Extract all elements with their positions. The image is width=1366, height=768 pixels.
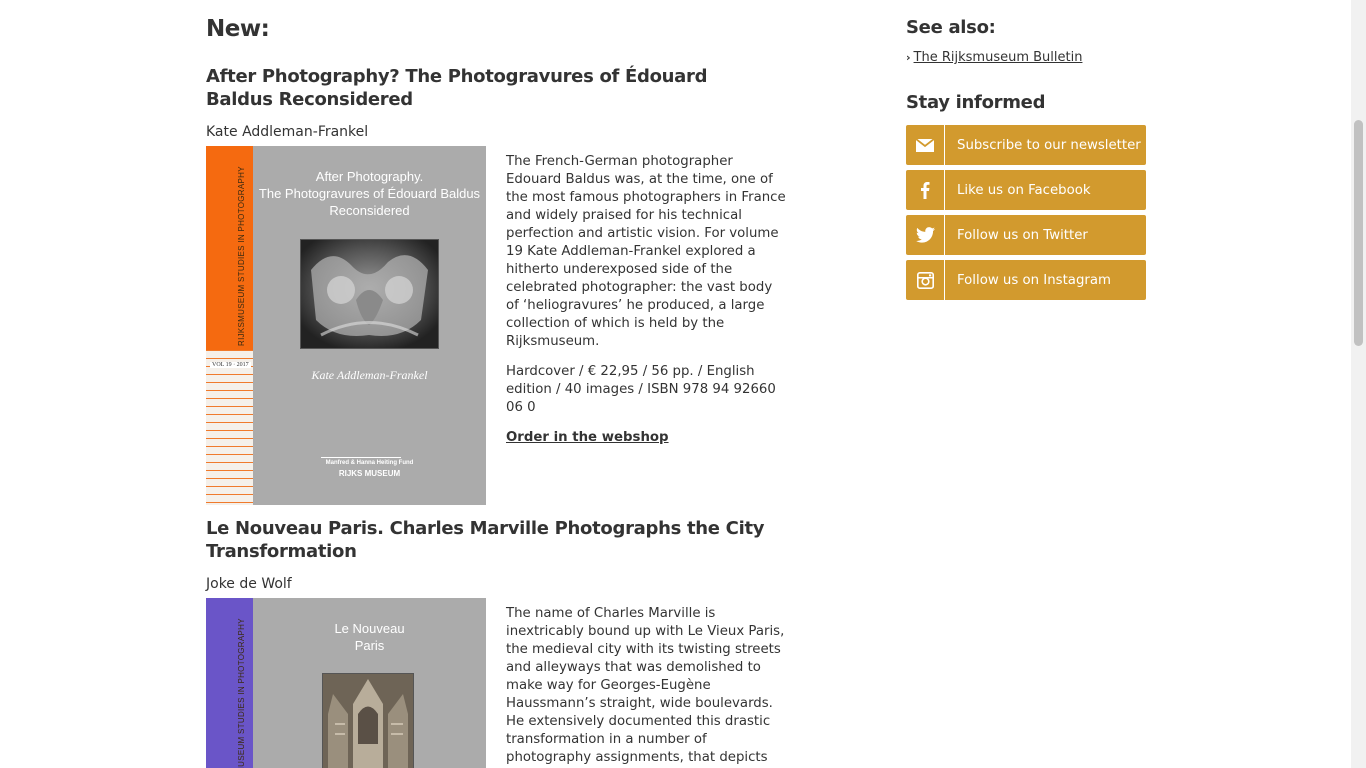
instagram-icon <box>906 260 945 300</box>
cover-title: After Photography. The Photogravures of … <box>258 169 481 218</box>
facebook-button[interactable]: Like us on Facebook <box>906 170 1146 210</box>
stay-informed-heading: Stay informed <box>906 92 1046 113</box>
instagram-button[interactable]: Follow us on Instagram <box>906 260 1146 300</box>
book-cover-image: RIJKSMUSEUM STUDIES IN PHOTOGRAPHY Le No… <box>206 598 486 768</box>
main-content: New: After Photography? The Photogravure… <box>206 0 796 768</box>
instagram-label: Follow us on Instagram <box>957 272 1111 288</box>
scrollbar-thumb[interactable] <box>1354 120 1363 346</box>
cover-spine-text: RIJKSMUSEUM STUDIES IN PHOTOGRAPHY <box>237 166 246 346</box>
cover-spine-stripes <box>206 350 253 505</box>
cover-divider <box>321 457 401 458</box>
cover-photo <box>300 239 439 349</box>
cover-author: Kate Addleman-Frankel <box>311 368 428 382</box>
book-entry: After Photography? The Photogravures of … <box>206 65 796 505</box>
book-author: Kate Addleman-Frankel <box>206 124 369 140</box>
book-row: RIJKSMUSEUM STUDIES IN PHOTOGRAPHY VOL 1… <box>206 146 796 505</box>
sidebar: See also: › The Rijksmuseum Bulletin Sta… <box>906 0 1146 305</box>
newsletter-button[interactable]: Subscribe to our newsletter <box>906 125 1146 165</box>
book-text: The name of Charles Marville is inextric… <box>486 598 786 768</box>
facebook-label: Like us on Facebook <box>957 182 1091 198</box>
book-title: Le Nouveau Paris. Charles Marville Photo… <box>206 518 765 562</box>
book-description: The French-German photographer Edouard B… <box>506 154 786 349</box>
book-author: Joke de Wolf <box>206 576 292 592</box>
book-text: The French-German photographer Edouard B… <box>486 146 786 505</box>
book-entry: Le Nouveau Paris. Charles Marville Photo… <box>206 517 796 768</box>
order-webshop-link[interactable]: Order in the webshop <box>506 430 669 445</box>
book-cover-image: RIJKSMUSEUM STUDIES IN PHOTOGRAPHY VOL 1… <box>206 146 486 505</box>
twitter-button[interactable]: Follow us on Twitter <box>906 215 1146 255</box>
book-specs: Hardcover / € 22,95 / 56 pp. / English e… <box>506 364 776 415</box>
twitter-label: Follow us on Twitter <box>957 227 1088 243</box>
book-title: After Photography? The Photogravures of … <box>206 66 708 110</box>
book-row: RIJKSMUSEUM STUDIES IN PHOTOGRAPHY Le No… <box>206 598 796 768</box>
twitter-icon <box>906 215 945 255</box>
see-also-heading: See also: <box>906 17 996 38</box>
book-description: The name of Charles Marville is inextric… <box>506 606 785 765</box>
facebook-icon <box>906 170 945 210</box>
cover-volume: VOL 19 · 2017 <box>210 362 251 368</box>
chevron-right-icon: › <box>906 51 911 64</box>
cover-title: Le Nouveau Paris <box>334 621 405 653</box>
cover-museum-logo: RIJKS MUSEUM <box>338 469 401 478</box>
mail-icon <box>906 125 945 165</box>
cover-fund: Manfred & Hanna Heiting Fund <box>325 460 414 466</box>
section-heading-new: New: <box>206 16 270 42</box>
vertical-scrollbar[interactable] <box>1351 0 1366 768</box>
see-also-item: › The Rijksmuseum Bulletin <box>906 50 1146 65</box>
newsletter-label: Subscribe to our newsletter <box>957 137 1141 153</box>
cover-photo <box>322 673 414 768</box>
rijksmuseum-bulletin-link[interactable]: The Rijksmuseum Bulletin <box>914 50 1083 65</box>
cover-spine-text: RIJKSMUSEUM STUDIES IN PHOTOGRAPHY <box>237 618 246 768</box>
